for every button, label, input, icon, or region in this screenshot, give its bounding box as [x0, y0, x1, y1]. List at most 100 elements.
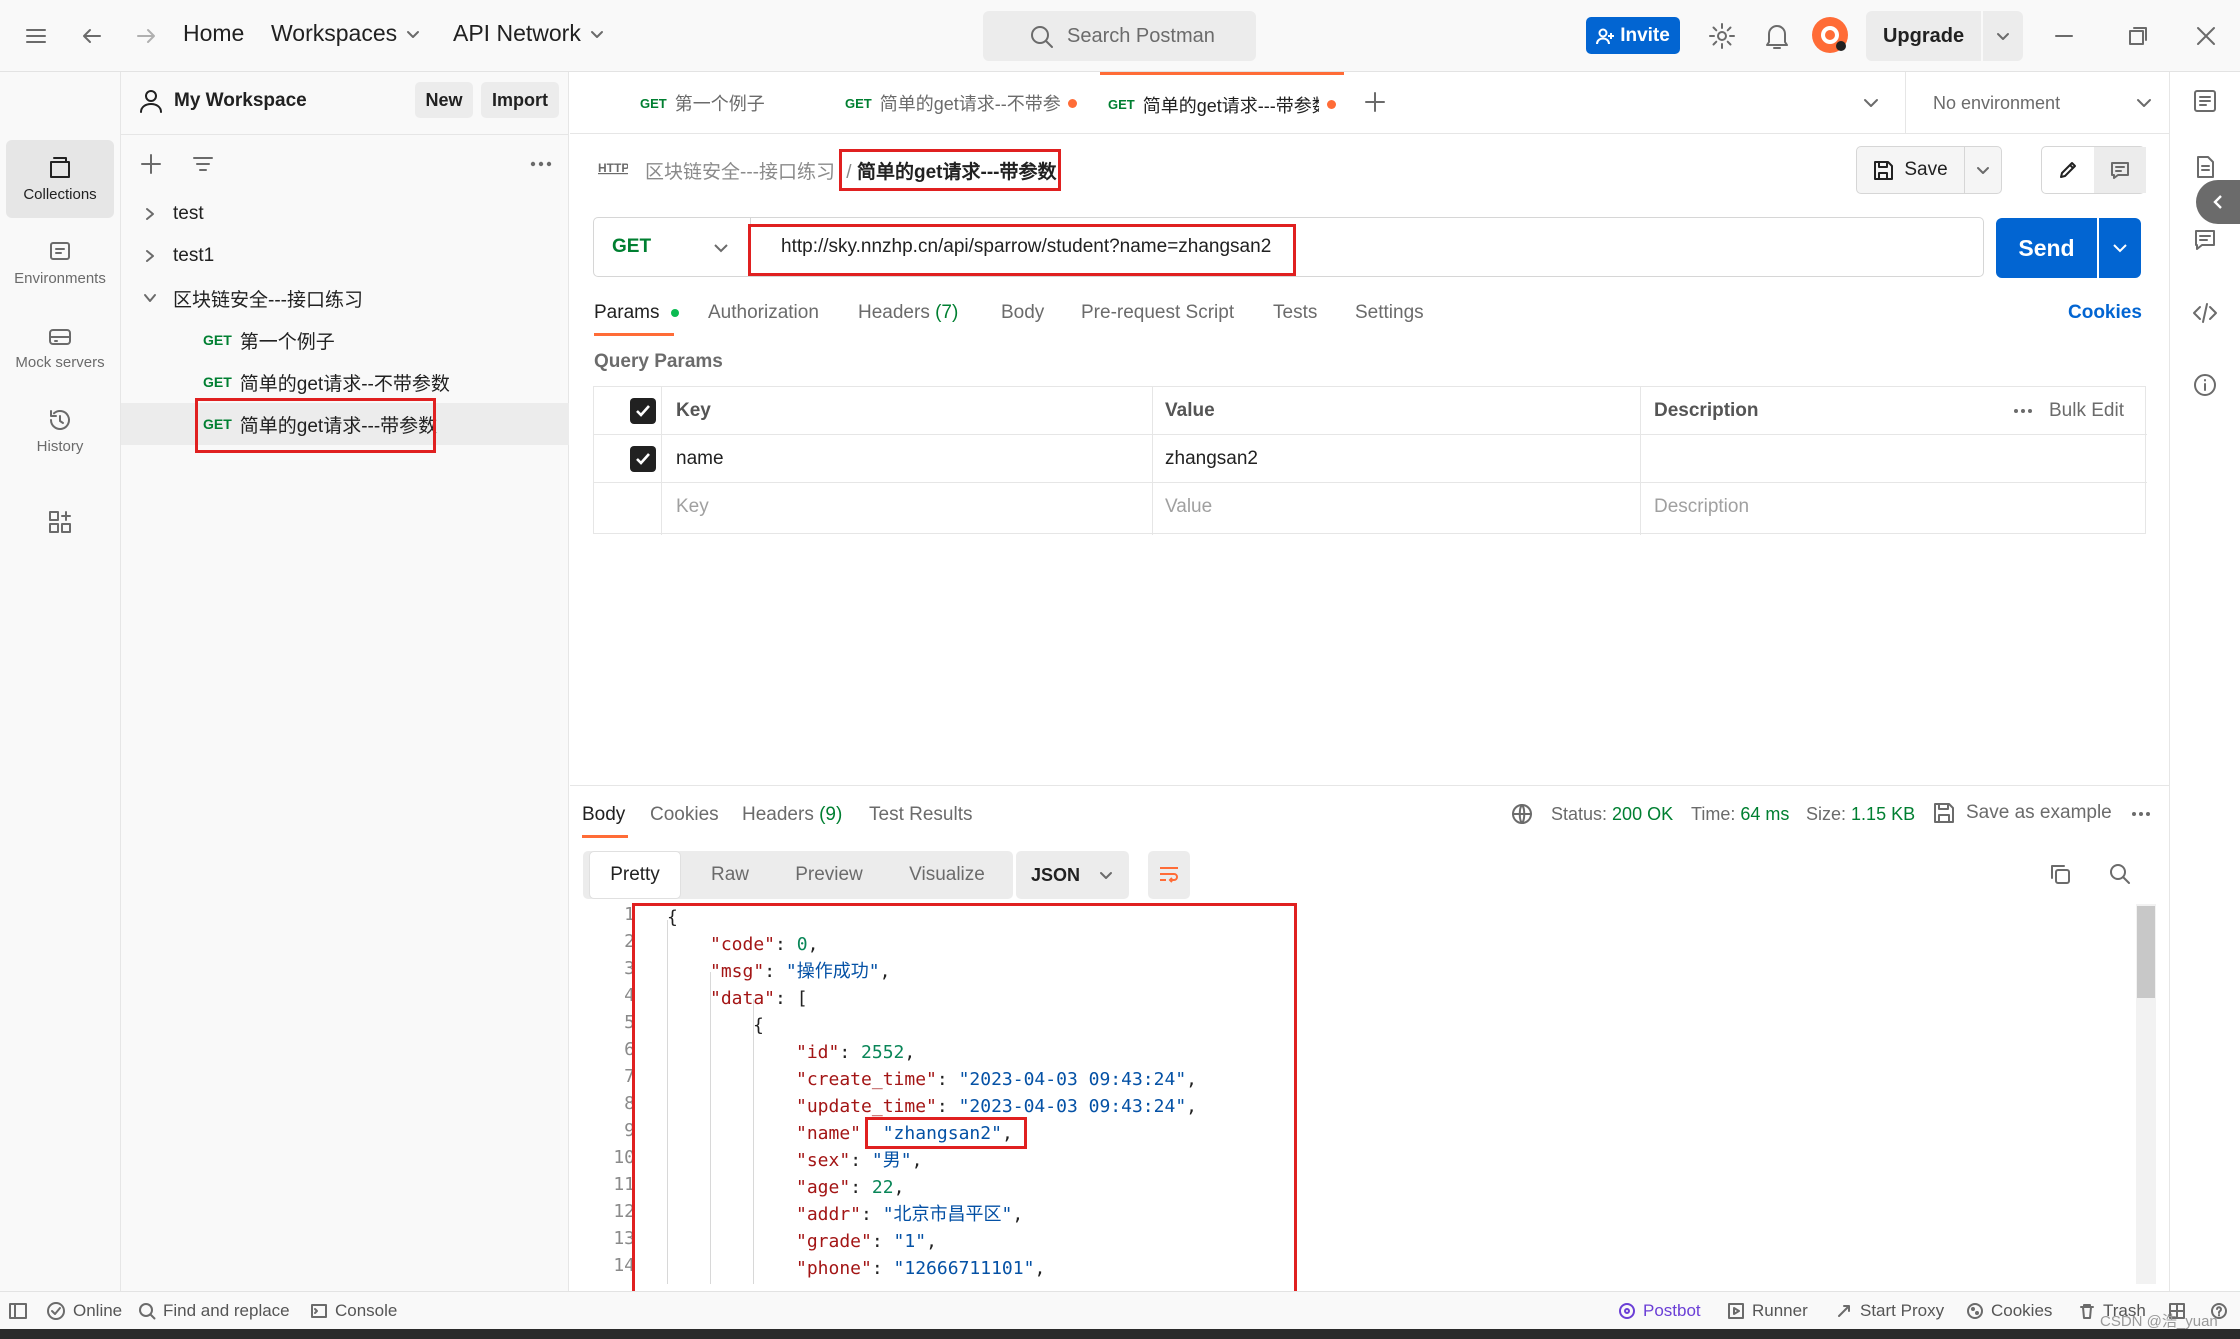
response-headers-count: (9): [819, 804, 843, 825]
documentation-icon[interactable]: [2192, 154, 2218, 180]
line-number: 5: [624, 1012, 635, 1033]
search-input[interactable]: Search Postman: [983, 11, 1256, 61]
collapse-panel-button[interactable]: [2196, 180, 2240, 224]
back-arrow-icon[interactable]: [80, 24, 104, 48]
collection-item-test1[interactable]: test1: [121, 235, 569, 277]
send-dropdown-button[interactable]: [2099, 218, 2141, 278]
notifications-bell-icon[interactable]: [1763, 21, 1791, 51]
close-icon[interactable]: [2194, 24, 2218, 48]
line-number: 7: [624, 1066, 635, 1087]
code-snippet-icon[interactable]: [2192, 300, 2218, 326]
find-replace-button[interactable]: Find and replace: [138, 1292, 290, 1330]
save-as-example-button[interactable]: Save as example: [1932, 801, 2112, 825]
new-tab-plus-icon[interactable]: [1363, 90, 1387, 114]
scrollbar-thumb[interactable]: [2137, 906, 2155, 998]
invite-button[interactable]: Invite: [1586, 17, 1680, 54]
console-button[interactable]: Console: [310, 1292, 397, 1330]
status-info[interactable]: Status: 200 OK: [1551, 804, 1673, 825]
new-key-input[interactable]: Key: [676, 483, 709, 531]
tab-prerequest-script[interactable]: Pre-request Script: [1081, 302, 1234, 324]
start-proxy-button[interactable]: Start Proxy: [1835, 1292, 1944, 1330]
rail-item-history[interactable]: History: [6, 392, 114, 470]
add-collection-icon[interactable]: [139, 152, 163, 176]
api-network-menu[interactable]: API Network: [453, 20, 605, 47]
view-visualize[interactable]: Visualize: [887, 851, 1007, 899]
avatar[interactable]: [1812, 17, 1848, 53]
tab-get-with-params[interactable]: GET 简单的get请求---带参数: [1100, 72, 1344, 134]
import-button[interactable]: Import: [481, 82, 559, 118]
time-info[interactable]: Time: 64 ms: [1691, 804, 1789, 825]
comments-icon[interactable]: [2192, 227, 2218, 253]
comments-button[interactable]: [2094, 147, 2146, 193]
response-tab-body[interactable]: Body: [582, 804, 625, 826]
method-select[interactable]: GET: [593, 217, 751, 277]
home-link[interactable]: Home: [183, 20, 244, 47]
postbot-button[interactable]: Postbot: [1618, 1292, 1701, 1330]
tab-tests[interactable]: Tests: [1273, 302, 1317, 324]
new-description-input[interactable]: Description: [1654, 483, 1749, 531]
row-checkbox[interactable]: [630, 435, 656, 483]
tab-headers[interactable]: Headers (7): [858, 302, 958, 324]
param-key-cell[interactable]: name: [676, 435, 724, 483]
edit-pencil-button[interactable]: [2042, 147, 2094, 193]
view-raw[interactable]: Raw: [689, 851, 771, 899]
cookies-button[interactable]: Cookies: [1966, 1292, 2052, 1330]
configure-workbench-icon[interactable]: [47, 509, 73, 535]
tab-first-example[interactable]: GET 第一个例子: [640, 72, 790, 134]
settings-gear-icon[interactable]: [1707, 21, 1737, 51]
menu-icon[interactable]: [24, 24, 48, 48]
response-tab-headers[interactable]: Headers (9): [742, 804, 842, 826]
more-options-icon[interactable]: [2130, 806, 2152, 822]
request-item-first-example[interactable]: GET 第一个例子: [121, 319, 569, 361]
format-select[interactable]: JSON: [1016, 851, 1129, 899]
filter-input[interactable]: [228, 148, 518, 178]
save-dropdown-button[interactable]: [1965, 147, 2001, 193]
request-item-get-no-params[interactable]: GET 简单的get请求--不带参数: [121, 361, 569, 403]
param-value-cell[interactable]: zhangsan2: [1165, 435, 1258, 483]
toggle-sidebar-icon[interactable]: [8, 1292, 28, 1330]
collection-item-test[interactable]: test: [121, 193, 569, 235]
copy-icon[interactable]: [2048, 862, 2072, 886]
tab-authorization[interactable]: Authorization: [708, 302, 819, 324]
tab-get-no-params[interactable]: GET 简单的get请求--不带参: [845, 72, 1087, 134]
search-icon[interactable]: [2108, 862, 2132, 886]
rail-item-collections[interactable]: Collections: [6, 140, 114, 218]
info-icon[interactable]: [2192, 372, 2218, 398]
view-pretty[interactable]: Pretty: [589, 851, 681, 899]
breadcrumb-collection[interactable]: 区块链安全---接口练习: [645, 162, 835, 183]
bulk-edit-link[interactable]: Bulk Edit: [2049, 387, 2124, 435]
param-description-cell[interactable]: [1654, 435, 2134, 483]
filter-icon[interactable]: [191, 152, 215, 176]
rail-item-environments[interactable]: Environments: [6, 224, 114, 302]
environment-select[interactable]: No environment: [1933, 72, 2153, 134]
select-all-checkbox[interactable]: [630, 387, 656, 435]
tab-body[interactable]: Body: [1001, 302, 1044, 324]
view-preview[interactable]: Preview: [776, 851, 882, 899]
tab-overflow-chevron-icon[interactable]: [1862, 94, 1880, 112]
upgrade-dropdown-button[interactable]: [1983, 11, 2023, 61]
more-options-icon[interactable]: [529, 152, 553, 176]
upgrade-button[interactable]: Upgrade: [1866, 11, 1981, 61]
tab-params[interactable]: Params: [594, 302, 679, 324]
size-info[interactable]: Size: 1.15 KB: [1806, 804, 1915, 825]
environment-quicklook-icon[interactable]: [2192, 88, 2218, 114]
restore-icon[interactable]: [2126, 24, 2150, 48]
response-tab-cookies[interactable]: Cookies: [650, 804, 719, 826]
runner-button[interactable]: Runner: [1727, 1292, 1808, 1330]
cookies-link[interactable]: Cookies: [2068, 302, 2142, 324]
forward-arrow-icon[interactable]: [134, 24, 158, 48]
column-options-icon[interactable]: [2012, 387, 2034, 435]
new-value-input[interactable]: Value: [1165, 483, 1212, 531]
tab-settings[interactable]: Settings: [1355, 302, 1424, 324]
response-tab-test-results[interactable]: Test Results: [869, 804, 972, 826]
workspaces-menu[interactable]: Workspaces: [271, 20, 421, 47]
wrap-lines-button[interactable]: [1148, 851, 1190, 899]
send-button[interactable]: Send: [1996, 218, 2097, 278]
collection-item-blockchain[interactable]: 区块链安全---接口练习: [121, 277, 569, 319]
online-status[interactable]: Online: [46, 1292, 122, 1330]
minimize-icon[interactable]: [2052, 24, 2076, 48]
globe-icon[interactable]: [1510, 802, 1534, 826]
new-button[interactable]: New: [415, 82, 473, 118]
rail-item-mock-servers[interactable]: Mock servers: [6, 308, 114, 386]
save-button[interactable]: Save: [1857, 147, 1963, 193]
